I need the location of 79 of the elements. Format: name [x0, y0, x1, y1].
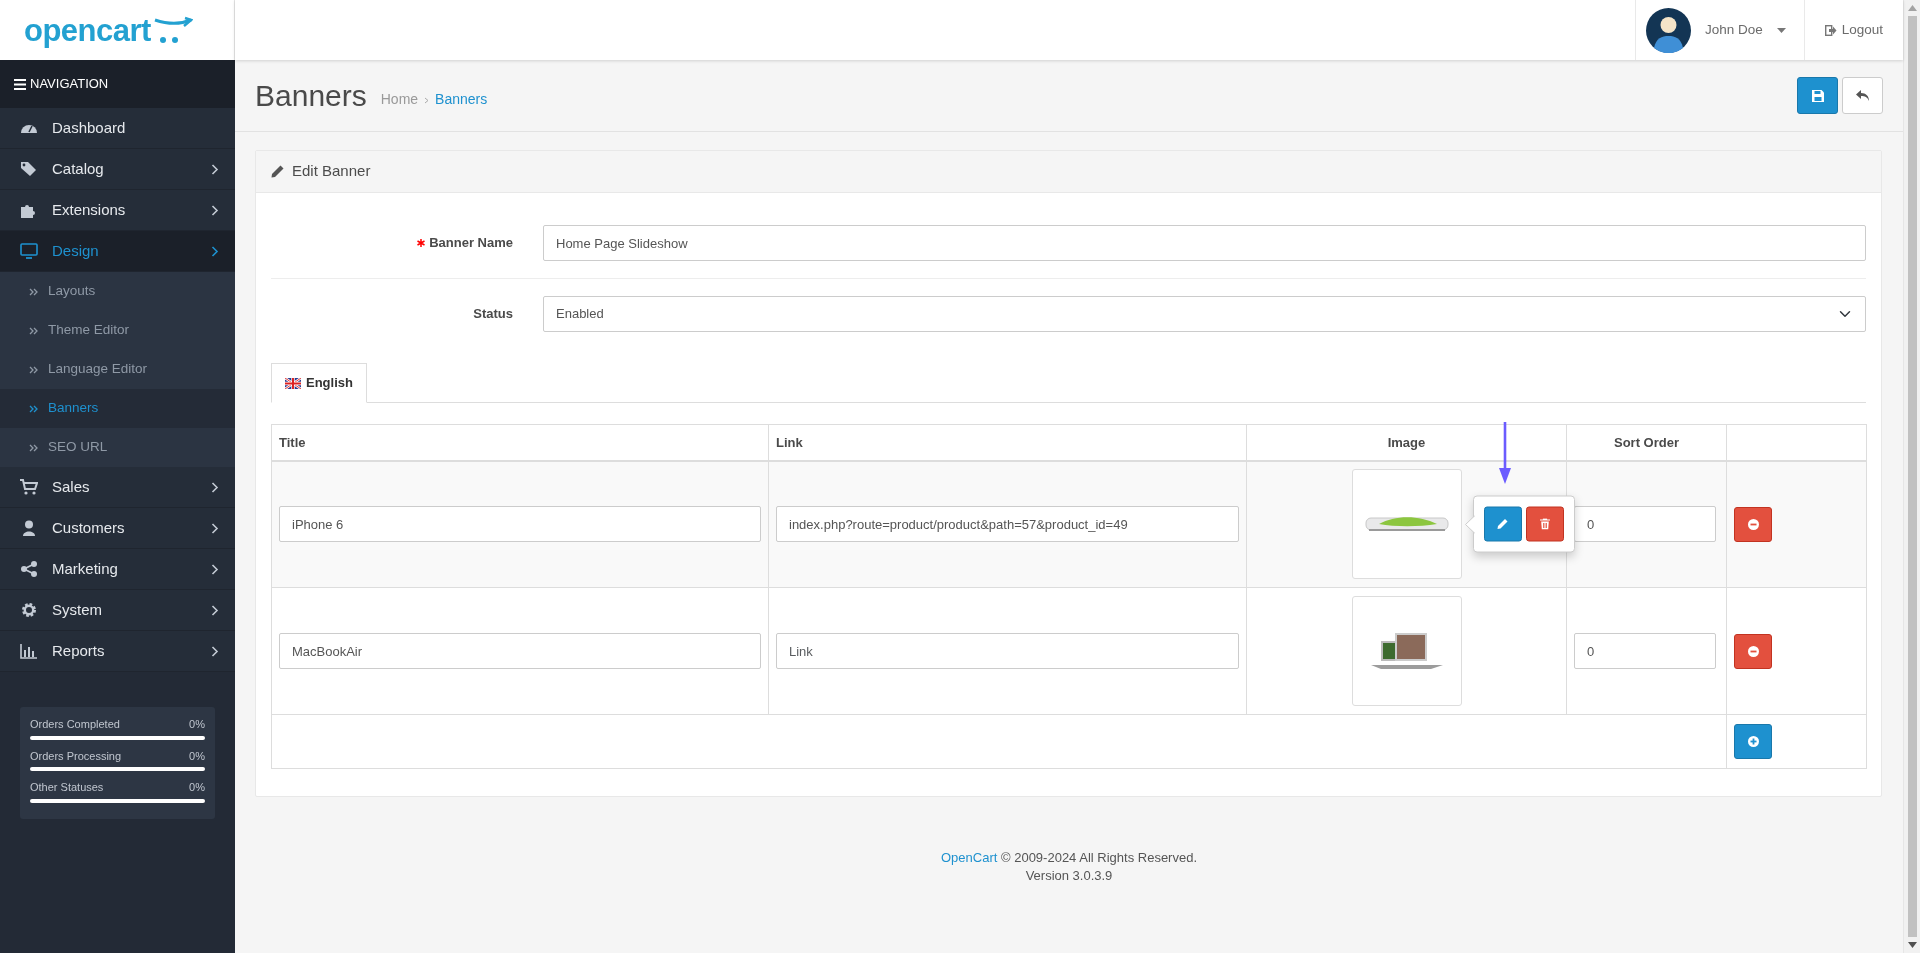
remove-row-button[interactable] — [1734, 633, 1772, 669]
column-header: Link — [768, 424, 1247, 461]
banner-name-field[interactable]: Home Page Slideshow — [543, 225, 1866, 261]
double-chevron-icon — [29, 287, 38, 296]
cart-swoosh-icon — [152, 16, 193, 44]
submenu-item[interactable]: SEO URL — [0, 428, 235, 467]
sign-out-icon — [1824, 24, 1837, 36]
chevron-icon — [211, 163, 219, 175]
column-header: Title — [271, 424, 769, 461]
delete-image-button[interactable] — [1525, 506, 1564, 542]
link-field[interactable]: Link — [776, 633, 1239, 669]
stat-reading: 0% — [189, 748, 205, 764]
double-chevron-icon — [29, 404, 38, 413]
remove-row-button[interactable] — [1734, 506, 1772, 542]
back-button[interactable] — [1842, 77, 1883, 114]
submenu-item[interactable]: Theme Editor — [0, 311, 235, 350]
scrollbar[interactable] — [1903, 0, 1920, 953]
column-header: Sort Order — [1566, 424, 1727, 461]
image-thumbnail[interactable] — [1351, 596, 1462, 706]
pencil-icon — [1497, 518, 1508, 530]
double-chevron-icon — [29, 443, 38, 452]
double-chevron-icon — [29, 326, 38, 335]
user-icon — [20, 520, 38, 536]
chevron-icon — [211, 204, 219, 216]
pencil-icon — [271, 165, 284, 178]
minus-circle-icon — [1747, 645, 1759, 657]
panel-title: Edit Banner — [292, 161, 371, 182]
edit-image-button[interactable] — [1483, 506, 1522, 542]
minus-circle-icon — [1747, 518, 1759, 530]
copyright-text: OpenCart © 2009-2024 All Rights Reserved. — [940, 849, 1198, 867]
puzzle-piece-icon — [20, 202, 38, 218]
bar-chart-icon — [20, 643, 38, 659]
scroll-down-icon[interactable] — [1907, 942, 1917, 948]
column-header: Image — [1246, 424, 1567, 461]
plus-circle-icon — [1747, 736, 1759, 747]
sort-order-field[interactable]: 0 — [1574, 633, 1716, 669]
chevron-icon — [211, 604, 219, 616]
flag-icon — [285, 377, 301, 389]
submenu-item[interactable]: Layouts — [0, 272, 235, 311]
save-button[interactable] — [1797, 77, 1838, 114]
submenu-item[interactable]: Banners — [0, 389, 235, 428]
add-row-button[interactable] — [1734, 724, 1772, 759]
shopping-cart-icon — [20, 479, 38, 495]
user-menu[interactable]: John Doe — [1634, 0, 1804, 60]
chevron-icon — [211, 245, 219, 257]
avatar-icon — [1645, 7, 1691, 53]
title-field[interactable]: MacBookAir — [279, 633, 761, 669]
sidebar-item[interactable]: Design — [0, 231, 235, 272]
stat-reading: 0% — [189, 717, 205, 732]
stat-label: Orders Processing — [30, 748, 122, 764]
stat-label: Orders Completed — [30, 717, 120, 732]
chevron-icon — [211, 522, 219, 534]
version-text: Version 3.0.3.9 — [1024, 867, 1114, 885]
language-tab[interactable]: English — [271, 363, 367, 403]
link-field[interactable]: index.php?route=product/product&path=57&product_id=49 — [776, 506, 1239, 543]
monitor-icon — [20, 243, 38, 259]
status-select[interactable]: Enabled — [543, 296, 1866, 332]
image-thumbnail[interactable] — [1351, 469, 1462, 580]
stat-label: Other Statuses — [30, 780, 104, 795]
trash-icon — [1539, 518, 1550, 530]
reply-arrow-icon — [1855, 89, 1870, 102]
page-title: Banners — [255, 77, 367, 114]
stat-reading: 0% — [189, 780, 205, 795]
chevron-icon — [211, 645, 219, 657]
chevron-icon — [211, 481, 219, 493]
share-nodes-icon — [20, 561, 38, 577]
double-chevron-icon — [29, 365, 38, 374]
sort-order-field[interactable]: 0 — [1574, 506, 1716, 543]
menu-icon[interactable] — [14, 78, 26, 90]
field-label: Status — [473, 305, 513, 324]
annotation-arrow — [1498, 422, 1511, 485]
tag-icon — [20, 161, 38, 177]
chevron-icon — [211, 563, 219, 575]
field-label: Banner Name — [429, 234, 513, 253]
navigation-heading: NAVIGATION — [30, 75, 109, 94]
submenu-item[interactable]: Language Editor — [0, 350, 235, 389]
title-field[interactable]: iPhone 6 — [279, 506, 761, 543]
settings-icon — [20, 602, 38, 618]
caret-icon — [1776, 27, 1786, 33]
